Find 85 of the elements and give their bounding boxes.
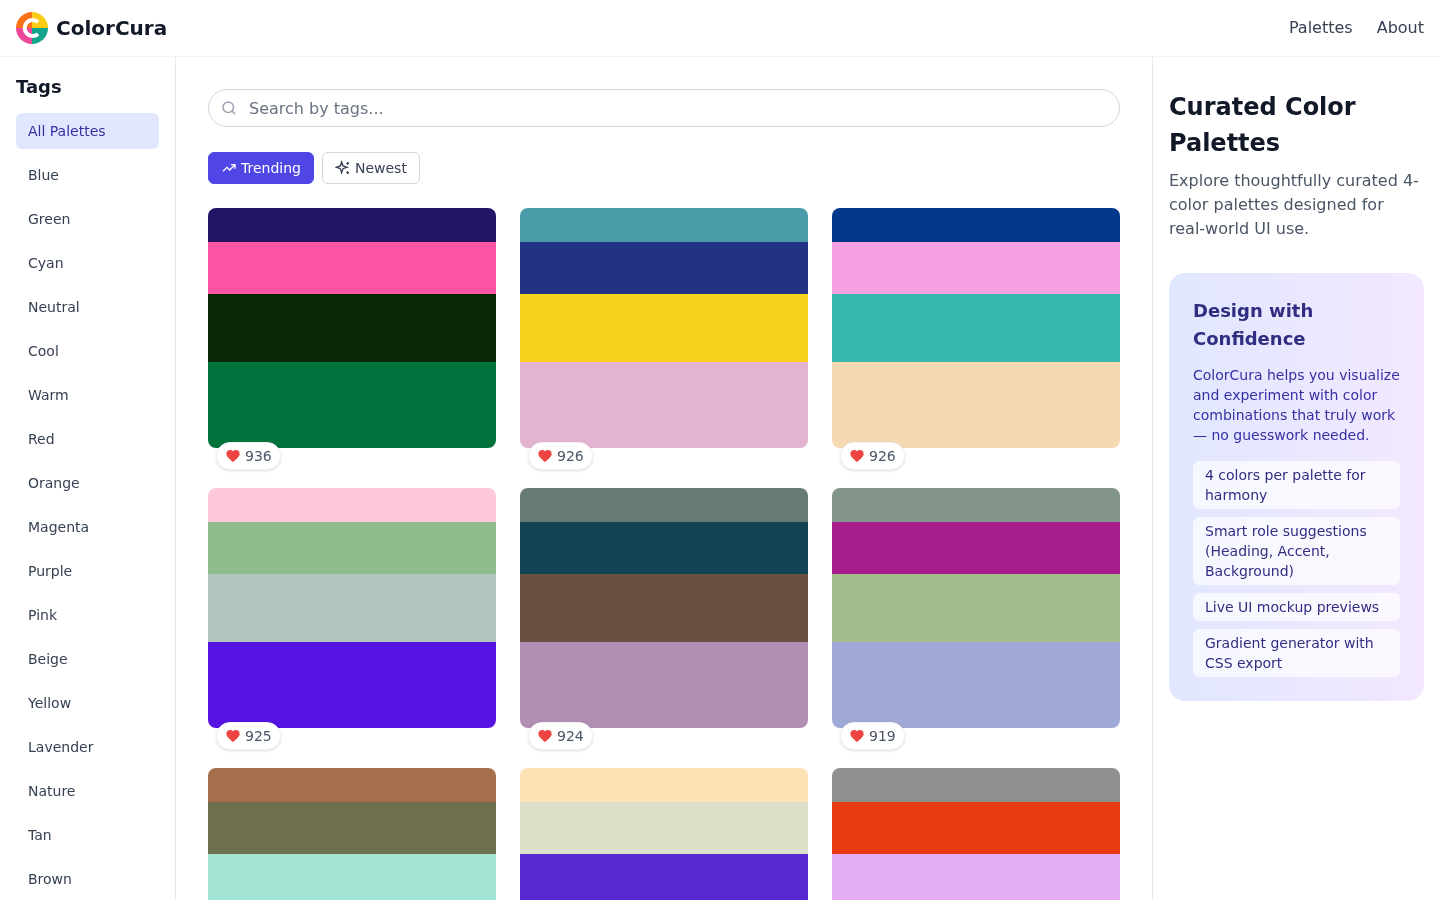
- like-button[interactable]: 919: [840, 722, 905, 750]
- heart-icon: [225, 728, 241, 744]
- feature-item: Live UI mockup previews: [1193, 593, 1400, 621]
- heart-icon: [537, 448, 553, 464]
- color-swatch[interactable]: [520, 362, 808, 448]
- like-button[interactable]: 926: [840, 442, 905, 470]
- color-swatch[interactable]: [208, 522, 496, 574]
- palette-card[interactable]: [208, 488, 496, 728]
- palette-card[interactable]: [832, 208, 1120, 448]
- search-icon: [220, 99, 238, 117]
- tag-item[interactable]: Nature: [16, 773, 159, 809]
- heart-icon: [849, 728, 865, 744]
- tag-item[interactable]: Cool: [16, 333, 159, 369]
- heart-icon: [537, 728, 553, 744]
- tag-item[interactable]: Blue: [16, 157, 159, 193]
- color-swatch[interactable]: [208, 362, 496, 448]
- color-swatch[interactable]: [208, 294, 496, 362]
- tag-item[interactable]: Purple: [16, 553, 159, 589]
- logo-icon: [16, 12, 48, 44]
- nav-link[interactable]: Palettes: [1288, 16, 1353, 40]
- sort-button[interactable]: Newest: [321, 152, 420, 184]
- color-swatch[interactable]: [520, 208, 808, 242]
- tag-item[interactable]: Beige: [16, 641, 159, 677]
- color-swatch[interactable]: [832, 362, 1120, 448]
- tag-item[interactable]: Neutral: [16, 289, 159, 325]
- color-swatch[interactable]: [832, 488, 1120, 522]
- color-swatch[interactable]: [832, 802, 1120, 854]
- color-swatch[interactable]: [208, 242, 496, 294]
- color-swatch[interactable]: [520, 574, 808, 642]
- heart-icon: [849, 448, 865, 464]
- sparkle-icon: [334, 160, 351, 176]
- color-swatch[interactable]: [832, 574, 1120, 642]
- tag-item[interactable]: Red: [16, 421, 159, 457]
- sort-button[interactable]: Trending: [208, 152, 314, 184]
- color-swatch[interactable]: [520, 802, 808, 854]
- color-swatch[interactable]: [208, 802, 496, 854]
- feature-item: 4 colors per palette for harmony: [1193, 461, 1400, 509]
- tag-item[interactable]: Orange: [16, 465, 159, 501]
- tag-item[interactable]: Yellow: [16, 685, 159, 721]
- palette-card[interactable]: [520, 208, 808, 448]
- search-field[interactable]: Search by tags...: [208, 89, 1120, 127]
- color-swatch[interactable]: [832, 208, 1120, 242]
- panel-title: Curated Color Palettes: [1169, 92, 1357, 159]
- tag-item[interactable]: Magenta: [16, 509, 159, 545]
- heart-icon: [225, 448, 241, 464]
- card-text: ColorCura helps you visualize and experiment with color combinations that truly work — no guesswork needed.: [1193, 366, 1400, 445]
- feature-item: Smart role suggestions (Heading, Accent, Background): [1193, 517, 1400, 585]
- palette-card[interactable]: [208, 768, 496, 900]
- color-swatch[interactable]: [520, 488, 808, 522]
- feature-item: Gradient generator with CSS export: [1193, 629, 1400, 677]
- color-swatch[interactable]: [520, 642, 808, 728]
- like-button[interactable]: 926: [528, 442, 593, 470]
- color-swatch[interactable]: [832, 294, 1120, 362]
- color-swatch[interactable]: [208, 768, 496, 802]
- color-swatch[interactable]: [208, 642, 496, 728]
- tag-item[interactable]: Warm: [16, 377, 159, 413]
- palette-card[interactable]: [520, 488, 808, 728]
- color-swatch[interactable]: [832, 522, 1120, 574]
- tag-item[interactable]: Lavender: [16, 729, 159, 765]
- panel-description: Explore thoughtfully curated 4-color palettes designed for real-world UI use.: [1169, 170, 1420, 240]
- color-swatch[interactable]: [832, 768, 1120, 802]
- tag-item[interactable]: Pink: [16, 597, 159, 633]
- palette-card[interactable]: [520, 768, 808, 900]
- like-button[interactable]: 925: [216, 722, 281, 750]
- color-swatch[interactable]: [832, 242, 1120, 294]
- tag-item[interactable]: Tan: [16, 817, 159, 853]
- tag-item[interactable]: Brown: [16, 861, 159, 897]
- brand-name: ColorCura: [56, 15, 168, 42]
- tag-item[interactable]: Green: [16, 201, 159, 237]
- nav-link[interactable]: About: [1376, 16, 1424, 40]
- like-button[interactable]: 924: [528, 722, 593, 750]
- color-swatch[interactable]: [520, 294, 808, 362]
- color-swatch[interactable]: [520, 522, 808, 574]
- color-swatch[interactable]: [208, 208, 496, 242]
- tag-item[interactable]: Cyan: [16, 245, 159, 281]
- like-button[interactable]: 936: [216, 442, 281, 470]
- color-swatch[interactable]: [208, 488, 496, 522]
- color-swatch[interactable]: [208, 574, 496, 642]
- tag-item[interactable]: All Palettes: [16, 113, 159, 149]
- color-swatch[interactable]: [520, 768, 808, 802]
- sidebar-title: Tags: [16, 75, 63, 99]
- color-swatch[interactable]: [832, 642, 1120, 728]
- palette-card[interactable]: [208, 208, 496, 448]
- color-swatch[interactable]: [520, 242, 808, 294]
- card-title: Design with Confidence: [1193, 299, 1315, 351]
